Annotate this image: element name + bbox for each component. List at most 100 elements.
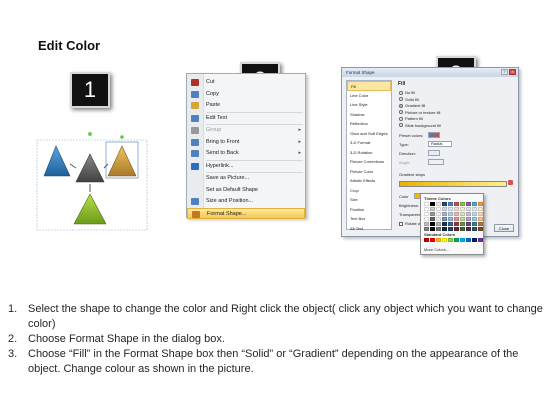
theme-color-swatch[interactable] [454, 202, 459, 206]
theme-color-swatch[interactable] [478, 212, 483, 216]
angle-input[interactable] [428, 159, 444, 165]
menu-item-cut[interactable]: Cut [187, 77, 305, 88]
category-item[interactable]: Text Box [347, 214, 391, 224]
theme-color-swatch[interactable] [424, 222, 429, 226]
menu-item-size-and-position[interactable]: Size and Position... [187, 196, 305, 207]
fill-option-radio[interactable]: Solid fill [399, 97, 419, 103]
category-item[interactable]: Alt Text [347, 224, 391, 234]
theme-color-swatch[interactable] [478, 202, 483, 206]
theme-color-swatch[interactable] [442, 202, 447, 206]
theme-color-swatch[interactable] [436, 212, 441, 216]
category-item[interactable]: Size [347, 195, 391, 205]
category-item[interactable]: Glow and Soft Edges [347, 129, 391, 139]
theme-color-swatch[interactable] [466, 207, 471, 211]
theme-color-swatch[interactable] [460, 212, 465, 216]
theme-color-swatch[interactable] [436, 207, 441, 211]
theme-color-swatch[interactable] [466, 217, 471, 221]
theme-color-swatch[interactable] [478, 227, 483, 231]
theme-color-swatch[interactable] [442, 227, 447, 231]
theme-color-swatch[interactable] [424, 217, 429, 221]
menu-item-edit-text[interactable]: Edit Text [187, 113, 305, 124]
theme-color-swatch[interactable] [430, 207, 435, 211]
category-item[interactable]: Line Color [347, 91, 391, 101]
theme-color-swatch[interactable] [430, 227, 435, 231]
standard-color-swatch[interactable] [454, 238, 459, 242]
type-dropdown[interactable]: Radial [428, 141, 452, 147]
standard-color-swatch[interactable] [424, 238, 429, 242]
category-item[interactable]: 3-D Rotation [347, 148, 391, 158]
theme-color-swatch[interactable] [448, 217, 453, 221]
fill-option-radio[interactable]: Gradient fill [399, 103, 425, 109]
category-item[interactable]: Shadow [347, 110, 391, 120]
theme-color-swatch[interactable] [454, 212, 459, 216]
menu-item-set-as-default-shape[interactable]: Set as Default Shape [187, 185, 305, 196]
green-triangle[interactable] [73, 193, 107, 225]
category-item[interactable]: Picture Color [347, 167, 391, 177]
theme-color-swatch[interactable] [472, 222, 477, 226]
theme-color-swatch[interactable] [466, 212, 471, 216]
theme-color-swatch[interactable] [436, 202, 441, 206]
standard-color-swatch[interactable] [466, 238, 471, 242]
yellow-triangle[interactable] [107, 145, 137, 177]
category-item[interactable]: Picture Corrections [347, 157, 391, 167]
menu-item-save-as-picture[interactable]: Save as Picture... [187, 173, 305, 184]
category-item[interactable]: Fill [347, 81, 391, 91]
theme-color-swatch[interactable] [466, 227, 471, 231]
remove-stop-icon[interactable] [508, 180, 513, 185]
standard-color-swatch[interactable] [448, 238, 453, 242]
theme-color-swatch[interactable] [424, 202, 429, 206]
category-item[interactable]: 3-D Format [347, 138, 391, 148]
gradient-stops-bar[interactable] [399, 181, 507, 187]
category-item[interactable]: Line Style [347, 100, 391, 110]
direction-dropdown[interactable] [428, 150, 440, 156]
preset-colors-dropdown[interactable] [428, 132, 440, 138]
category-item[interactable]: Position [347, 205, 391, 215]
theme-color-swatch[interactable] [460, 207, 465, 211]
menu-item-paste[interactable]: Paste [187, 100, 305, 111]
fill-option-radio[interactable]: Picture or texture fill [399, 110, 440, 116]
fill-option-radio[interactable]: No fill [399, 90, 415, 96]
theme-color-swatch[interactable] [454, 217, 459, 221]
theme-color-swatch[interactable] [454, 207, 459, 211]
theme-color-swatch[interactable] [442, 222, 447, 226]
menu-item-group[interactable]: Group ▸ [187, 125, 305, 136]
rotate-handle[interactable] [120, 135, 124, 139]
theme-color-swatch[interactable] [442, 207, 447, 211]
theme-color-swatch[interactable] [478, 207, 483, 211]
category-item[interactable]: Crop [347, 186, 391, 196]
fill-option-radio[interactable]: Pattern fill [399, 116, 423, 122]
standard-color-swatch[interactable] [460, 238, 465, 242]
menu-item-hyperlink[interactable]: Hyperlink... [187, 161, 305, 172]
theme-color-swatch[interactable] [430, 222, 435, 226]
theme-color-swatch[interactable] [424, 207, 429, 211]
theme-color-swatch[interactable] [430, 217, 435, 221]
theme-color-swatch[interactable] [478, 217, 483, 221]
category-item[interactable]: Artistic Effects [347, 176, 391, 186]
help-button[interactable]: ? [501, 69, 508, 75]
theme-color-swatch[interactable] [448, 212, 453, 216]
standard-color-swatch[interactable] [436, 238, 441, 242]
menu-item-send-to-back[interactable]: Send to Back ▸ [187, 148, 305, 159]
theme-color-swatch[interactable] [436, 227, 441, 231]
theme-color-swatch[interactable] [472, 212, 477, 216]
theme-color-swatch[interactable] [424, 227, 429, 231]
close-icon[interactable]: × [509, 69, 516, 75]
menu-item-copy[interactable]: Copy [187, 89, 305, 100]
gray-triangle[interactable] [75, 153, 105, 183]
standard-color-swatch[interactable] [478, 238, 483, 242]
theme-color-swatch[interactable] [466, 222, 471, 226]
theme-color-swatch[interactable] [448, 222, 453, 226]
theme-color-swatch[interactable] [430, 212, 435, 216]
theme-color-swatch[interactable] [442, 212, 447, 216]
theme-color-swatch[interactable] [448, 227, 453, 231]
theme-color-swatch[interactable] [442, 217, 447, 221]
menu-item-format-shape[interactable]: Format Shape... [187, 207, 305, 219]
theme-color-swatch[interactable] [448, 207, 453, 211]
theme-color-swatch[interactable] [454, 222, 459, 226]
blue-triangle[interactable] [43, 145, 71, 177]
theme-color-swatch[interactable] [460, 222, 465, 226]
theme-color-swatch[interactable] [466, 202, 471, 206]
theme-color-swatch[interactable] [460, 202, 465, 206]
theme-color-swatch[interactable] [448, 202, 453, 206]
theme-color-swatch[interactable] [472, 202, 477, 206]
